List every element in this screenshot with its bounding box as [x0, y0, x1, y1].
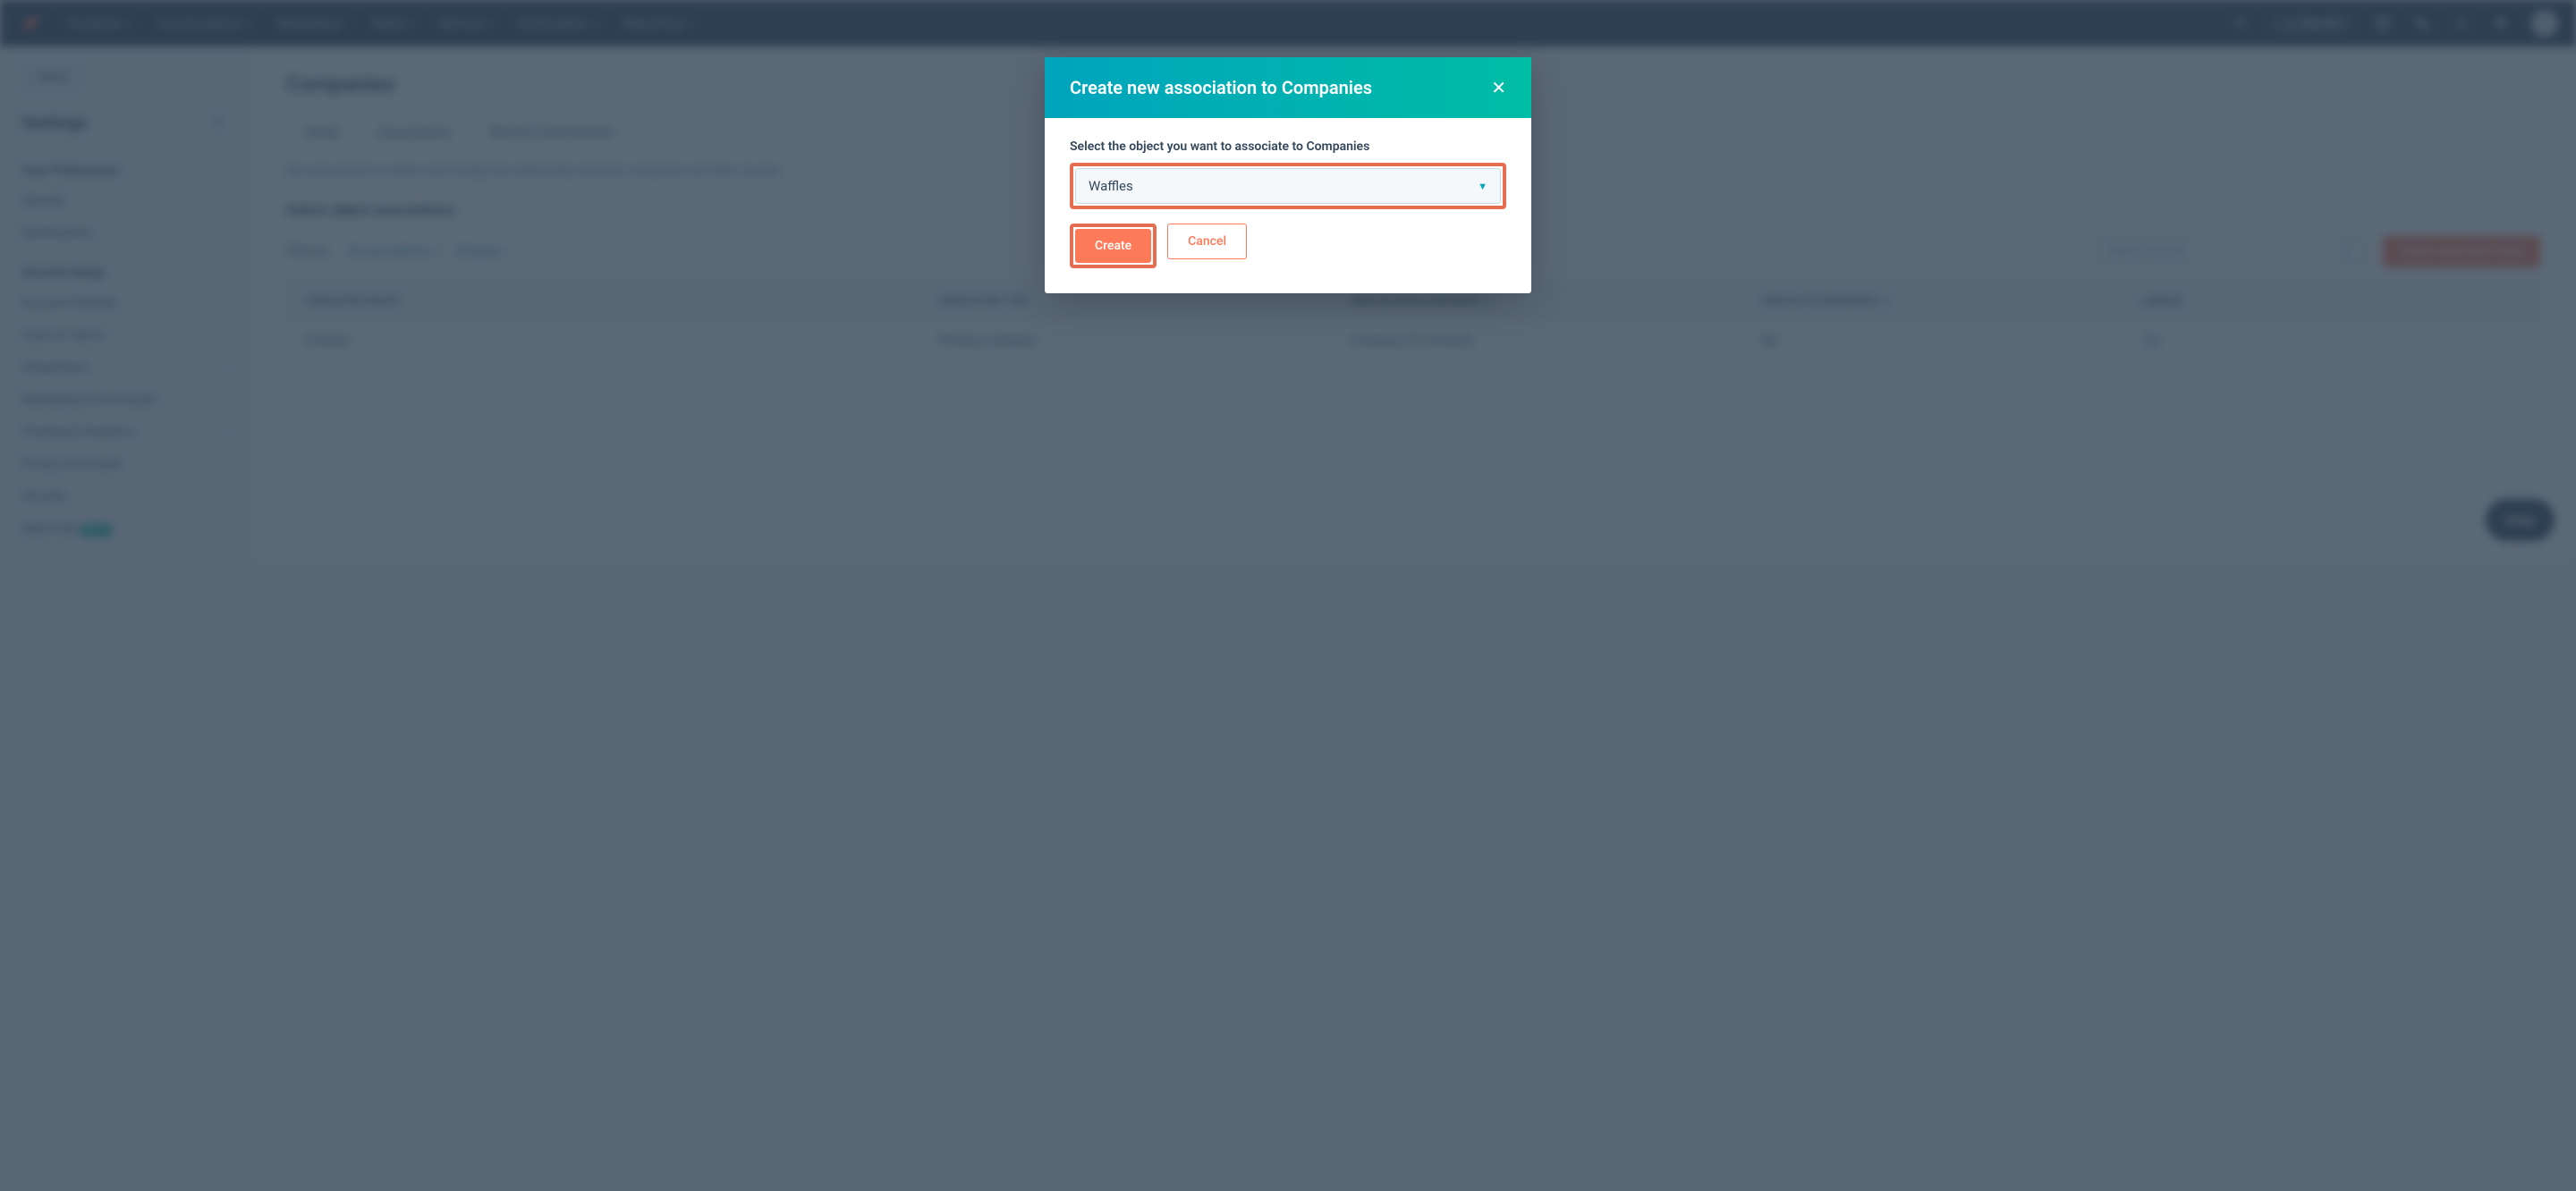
create-association-modal: Create new association to Companies ✕ Se… — [1045, 57, 1531, 293]
highlight-annotation: Create — [1070, 224, 1157, 268]
selected-value: Waffles — [1089, 178, 1133, 194]
caret-down-icon: ▼ — [1478, 181, 1487, 192]
modal-field-label: Select the object you want to associate … — [1070, 139, 1506, 154]
modal-overlay[interactable]: Create new association to Companies ✕ Se… — [0, 0, 2576, 1191]
close-icon[interactable]: ✕ — [1491, 77, 1506, 98]
cancel-button[interactable]: Cancel — [1167, 224, 1247, 259]
highlight-annotation: Waffles ▼ — [1070, 163, 1506, 209]
modal-title: Create new association to Companies — [1070, 77, 1372, 98]
modal-header: Create new association to Companies ✕ — [1045, 57, 1531, 118]
object-select[interactable]: Waffles ▼ — [1075, 168, 1501, 204]
create-button[interactable]: Create — [1075, 229, 1151, 263]
